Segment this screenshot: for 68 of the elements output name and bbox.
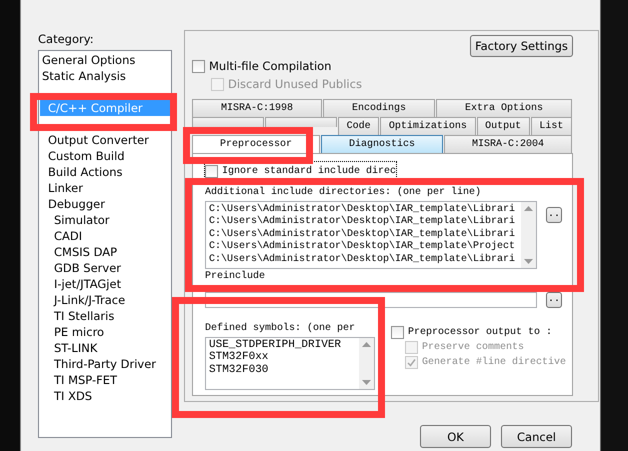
category-list[interactable] xyxy=(38,50,172,438)
tab[interactable] xyxy=(192,117,264,127)
checkbox[interactable] xyxy=(205,164,218,178)
category-item[interactable]: TI Stellaris xyxy=(40,308,170,324)
scrollbar[interactable] xyxy=(359,338,374,388)
checkbox-label: Preserve comments xyxy=(422,342,524,352)
dialog-button[interactable]: Cancel xyxy=(501,425,572,448)
checkbox-label: Ignore standard include direc xyxy=(222,166,396,176)
preinclude-field[interactable] xyxy=(205,292,537,308)
defined-symbols-field[interactable]: USE_STDPERIPH_DRIVER STM32F0xx STM32F030 xyxy=(205,336,375,390)
arrow-up-icon[interactable] xyxy=(362,342,371,346)
category-label: Category: xyxy=(38,30,95,48)
tab[interactable]: Encodings xyxy=(323,99,435,117)
arrow-down-icon[interactable] xyxy=(362,380,371,384)
checkbox[interactable] xyxy=(391,326,404,338)
category-item[interactable]: Build Actions xyxy=(40,164,170,180)
checkbox-label: Multi-file Compilation xyxy=(209,59,332,73)
category-item[interactable]: I-jet/JTAGjet xyxy=(40,276,170,292)
defined-symbols-label: Defined symbols: (one per xyxy=(205,322,356,334)
category-item[interactable]: TI MSP-FET xyxy=(40,372,170,388)
checkmark-icon xyxy=(407,358,416,366)
preinclude-label: Preinclude xyxy=(205,270,266,282)
checkbox-label: Preprocessor output to : xyxy=(408,326,552,338)
tab[interactable]: Optimizations xyxy=(380,117,476,135)
category-item[interactable]: Debugger xyxy=(40,196,170,212)
checkbox-label: Discard Unused Publics xyxy=(228,77,362,91)
tab[interactable]: Extra Options xyxy=(436,99,572,117)
symbol-line: STM32F0xx xyxy=(209,351,270,364)
dialog-button[interactable]: OK xyxy=(420,425,491,448)
arrow-up-icon[interactable] xyxy=(524,206,533,210)
include-path: C:\Users\Administrator\Desktop\IAR_template\Librari xyxy=(209,204,516,216)
arrow-down-icon[interactable] xyxy=(524,258,533,264)
checkbox-label: Generate #line directive xyxy=(422,356,566,368)
factory-settings-button[interactable]: Factory Settings xyxy=(470,35,573,57)
tab[interactable]: Diagnostics xyxy=(321,135,443,153)
tab[interactable]: Preprocessor xyxy=(192,135,320,153)
category-item[interactable]: General Options xyxy=(40,52,170,68)
tab[interactable]: MISRA-C:2004 xyxy=(444,135,572,153)
scrollbar[interactable] xyxy=(521,202,536,268)
include-path: C:\Users\Administrator\Desktop\IAR_template\Project xyxy=(209,241,516,254)
category-item[interactable]: Simulator xyxy=(40,212,170,228)
tab[interactable]: List xyxy=(530,117,572,135)
category-item[interactable]: Output Converter xyxy=(40,132,170,148)
category-item[interactable]: Custom Build xyxy=(40,148,170,164)
tab[interactable] xyxy=(265,117,337,127)
category-item[interactable]: CMSIS DAP xyxy=(40,244,170,260)
symbol-line: STM32F030 xyxy=(209,364,270,376)
include-dirs-label: Additional include directories: (one per line) xyxy=(205,186,482,198)
category-item[interactable]: GDB Server xyxy=(40,260,170,276)
category-item[interactable]: J-Link/J-Trace xyxy=(40,292,170,308)
include-path: C:\Users\Administrator\Desktop\IAR_template\Librari xyxy=(209,228,516,240)
browse-button[interactable]: .. xyxy=(546,206,562,222)
category-item[interactable]: CADI xyxy=(40,228,170,244)
include-dirs-field[interactable] xyxy=(205,200,537,268)
category-item[interactable]: Third-Party Driver xyxy=(40,356,170,372)
tab[interactable]: MISRA-C:1998 xyxy=(192,99,322,117)
category-item[interactable]: PE micro xyxy=(40,324,170,340)
checkbox[interactable] xyxy=(192,60,205,72)
tab[interactable]: Output xyxy=(476,117,530,135)
tab[interactable]: Code xyxy=(338,117,380,135)
category-item[interactable]: Static Analysis xyxy=(40,68,170,84)
symbol-line: USE_STDPERIPH_DRIVER xyxy=(209,338,342,351)
category-item[interactable]: ST-LINK xyxy=(40,340,170,356)
category-item[interactable]: Linker xyxy=(40,180,170,196)
include-path: C:\Users\Administrator\Desktop\IAR_template\Librari xyxy=(209,216,516,228)
browse-button[interactable]: .. xyxy=(546,292,562,308)
category-item[interactable]: TI XDS xyxy=(40,388,170,404)
include-path: C:\Users\Administrator\Desktop\IAR_template\Librari xyxy=(209,254,516,266)
